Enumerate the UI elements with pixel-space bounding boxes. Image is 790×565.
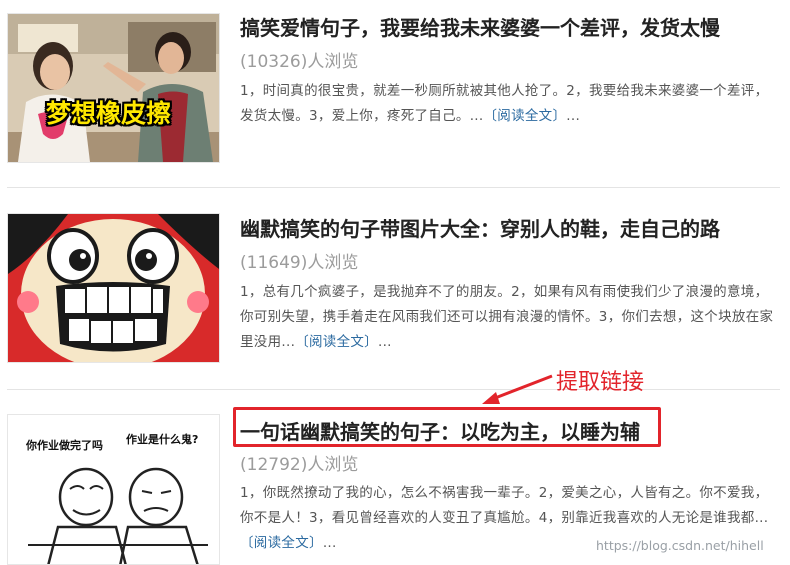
read-more-link-3[interactable]: 〔阅读全文〕 [240, 535, 323, 551]
article-views-2: (11649)人浏览 [240, 253, 359, 273]
thumbnail-bubble-right: 作业是什么鬼? [126, 433, 199, 446]
article-divider [7, 187, 780, 188]
thumbnail-bubble-left: 你作业做完了吗 [26, 439, 103, 452]
annotation-label: 提取链接 [556, 370, 645, 395]
article-views-3: (12792)人浏览 [240, 455, 359, 475]
highlight-box [233, 407, 661, 447]
article-thumbnail-2[interactable] [7, 213, 220, 363]
article-title-2[interactable]: 幽默搞笑的句子带图片大全：穿别人的鞋，走自己的路 [240, 216, 720, 242]
annotation-arrow-icon [482, 374, 553, 404]
article-divider [7, 389, 780, 390]
summary-ellipsis: ... [322, 535, 337, 551]
thumbnail-cartoon-face [8, 214, 219, 362]
read-more-link-2[interactable]: 〔阅读全文〕 [295, 334, 378, 350]
article-summary-2: 1，总有几个疯婆子，是我抛弃不了的朋友。2，如果有风有雨使我们少了浪漫的意境，你… [240, 280, 782, 355]
article-thumbnail-3[interactable]: 你作业做完了吗 作业是什么鬼? [7, 414, 220, 565]
watermark: https://blog.csdn.net/hihell [596, 538, 764, 553]
summary-ellipsis: ... [378, 334, 392, 350]
summary-text: 1，你既然撩动了我的心，怎么不祸害我一辈子。2，爱美之心，人皆有之。你不爱我，你… [240, 485, 769, 526]
article-item-3: 你作业做完了吗 作业是什么鬼? 一句话幽默搞笑的句子：以吃为主，以睡为辅 (12… [0, 0, 790, 565]
